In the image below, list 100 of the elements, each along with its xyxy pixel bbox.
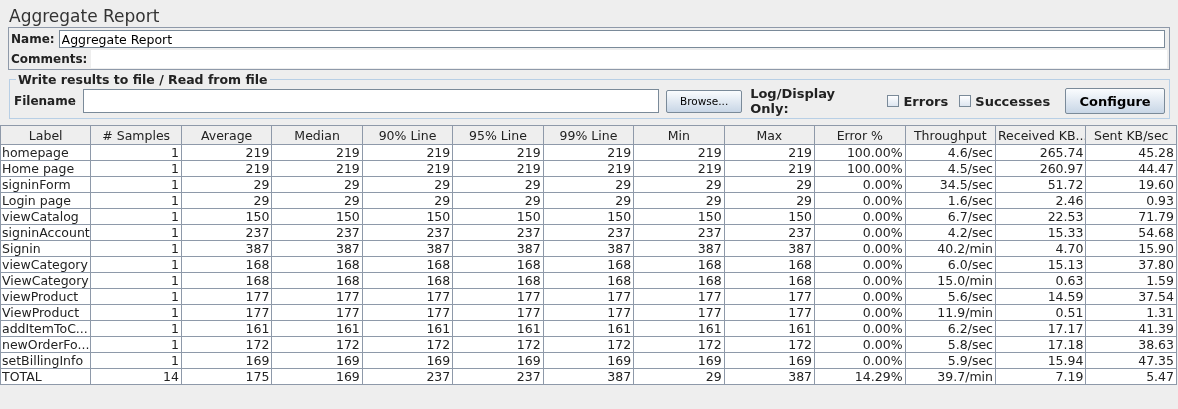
table-cell: 177 bbox=[362, 304, 453, 321]
table-cell: 37.54 bbox=[1085, 288, 1177, 305]
table-cell: 177 bbox=[362, 288, 453, 305]
table-cell: 5.8/sec bbox=[905, 336, 996, 353]
table-cell: 168 bbox=[724, 256, 815, 273]
table-cell: 29 bbox=[543, 176, 634, 193]
checkbox[interactable] bbox=[959, 95, 972, 107]
table-cell: 1 bbox=[90, 304, 182, 321]
table-cell: 169 bbox=[543, 352, 634, 369]
browse-button[interactable]: Browse... bbox=[666, 89, 743, 113]
table-cell: 387 bbox=[181, 240, 272, 257]
column-header[interactable]: Average bbox=[181, 125, 272, 145]
table-cell: 100.00% bbox=[814, 144, 906, 161]
table-cell: 177 bbox=[452, 288, 544, 305]
table-cell: 168 bbox=[362, 256, 453, 273]
table-cell: 219 bbox=[271, 160, 363, 177]
table-cell: 387 bbox=[271, 240, 363, 257]
table-cell: 0.00% bbox=[814, 352, 906, 369]
column-header[interactable]: Label bbox=[0, 125, 91, 145]
column-header[interactable]: Sent KB/sec bbox=[1085, 125, 1177, 145]
table-cell: 168 bbox=[271, 256, 363, 273]
table-cell: ViewProduct bbox=[0, 304, 91, 321]
comments-field[interactable] bbox=[91, 50, 1167, 68]
table-cell: 172 bbox=[181, 336, 272, 353]
column-header[interactable]: Error % bbox=[814, 125, 906, 145]
table-cell: 37.80 bbox=[1085, 256, 1177, 273]
column-header[interactable]: Received KB... bbox=[995, 125, 1086, 145]
table-cell: Home page bbox=[0, 160, 91, 177]
table-cell: Login page bbox=[0, 192, 91, 209]
table-cell: 34.5/sec bbox=[905, 176, 996, 193]
table-cell: 172 bbox=[724, 336, 815, 353]
table-cell: 177 bbox=[543, 288, 634, 305]
table-cell: 168 bbox=[271, 272, 363, 289]
table-cell: signinForm bbox=[0, 176, 91, 193]
name-field[interactable]: Aggregate Report bbox=[58, 30, 1165, 48]
table-cell: 5.9/sec bbox=[905, 352, 996, 369]
table-cell: 1 bbox=[90, 320, 182, 337]
table-cell: 1 bbox=[90, 144, 182, 161]
table-cell: 219 bbox=[181, 160, 272, 177]
table-cell: 172 bbox=[543, 336, 634, 353]
table-cell: 150 bbox=[362, 208, 453, 225]
table-cell: 1.59 bbox=[1085, 272, 1177, 289]
table-cell: 260.97 bbox=[995, 160, 1086, 177]
table-cell: 1 bbox=[90, 208, 182, 225]
table-cell: 172 bbox=[633, 336, 725, 353]
table-cell: 4.2/sec bbox=[905, 224, 996, 241]
name-label: Name: bbox=[11, 32, 55, 46]
table-cell: 387 bbox=[543, 240, 634, 257]
table-cell: 387 bbox=[724, 240, 815, 257]
table-cell: 54.68 bbox=[1085, 224, 1177, 241]
column-header[interactable]: 95% Line bbox=[452, 125, 544, 145]
table-cell: 71.79 bbox=[1085, 208, 1177, 225]
table-cell: 40.2/min bbox=[905, 240, 996, 257]
table-cell: 150 bbox=[452, 208, 544, 225]
checkbox[interactable] bbox=[887, 95, 900, 107]
table-cell: 150 bbox=[633, 208, 725, 225]
table-cell: 14.59 bbox=[995, 288, 1086, 305]
table-cell: 161 bbox=[362, 320, 453, 337]
table-cell: 161 bbox=[724, 320, 815, 337]
table-cell: 219 bbox=[452, 144, 544, 161]
table-cell: 168 bbox=[181, 272, 272, 289]
table-cell: 168 bbox=[633, 256, 725, 273]
table-cell: 100.00% bbox=[814, 160, 906, 177]
configure-button[interactable]: Configure bbox=[1065, 88, 1165, 114]
column-header[interactable]: Throughput bbox=[905, 125, 996, 145]
column-header[interactable]: Max bbox=[724, 125, 815, 145]
table-cell: 29 bbox=[181, 176, 272, 193]
table-cell: 51.72 bbox=[995, 176, 1086, 193]
table-cell: 169 bbox=[633, 352, 725, 369]
table-cell: 168 bbox=[724, 272, 815, 289]
table-cell: newOrderFo... bbox=[0, 336, 91, 353]
table-cell: 168 bbox=[362, 272, 453, 289]
column-header[interactable]: 99% Line bbox=[543, 125, 634, 145]
table-cell: 0.00% bbox=[814, 240, 906, 257]
table-cell: 177 bbox=[452, 304, 544, 321]
table-cell: 29 bbox=[271, 192, 363, 209]
comments-label: Comments: bbox=[11, 52, 88, 66]
table-cell: 0.93 bbox=[1085, 192, 1177, 209]
table-cell: 177 bbox=[271, 288, 363, 305]
table-cell: 387 bbox=[724, 368, 815, 385]
table-cell: 0.00% bbox=[814, 336, 906, 353]
column-header[interactable]: Median bbox=[271, 125, 363, 145]
table-cell: 161 bbox=[543, 320, 634, 337]
table-cell: 0.00% bbox=[814, 304, 906, 321]
table-cell: signinAccount bbox=[0, 224, 91, 241]
table-cell: viewCategory bbox=[0, 256, 91, 273]
table-cell: 0.51 bbox=[995, 304, 1086, 321]
table-cell: 1.31 bbox=[1085, 304, 1177, 321]
table-cell: 177 bbox=[543, 304, 634, 321]
table-cell: 219 bbox=[633, 160, 725, 177]
table-cell: 4.70 bbox=[995, 240, 1086, 257]
table-cell: 1.6/sec bbox=[905, 192, 996, 209]
column-header[interactable]: # Samples bbox=[90, 125, 182, 145]
filename-field[interactable] bbox=[82, 89, 660, 113]
column-header[interactable]: 90% Line bbox=[362, 125, 453, 145]
table-cell: 17.17 bbox=[995, 320, 1086, 337]
column-header[interactable]: Min bbox=[633, 125, 725, 145]
table-cell: 29 bbox=[633, 192, 725, 209]
table-cell: 161 bbox=[633, 320, 725, 337]
table-cell: 219 bbox=[633, 144, 725, 161]
